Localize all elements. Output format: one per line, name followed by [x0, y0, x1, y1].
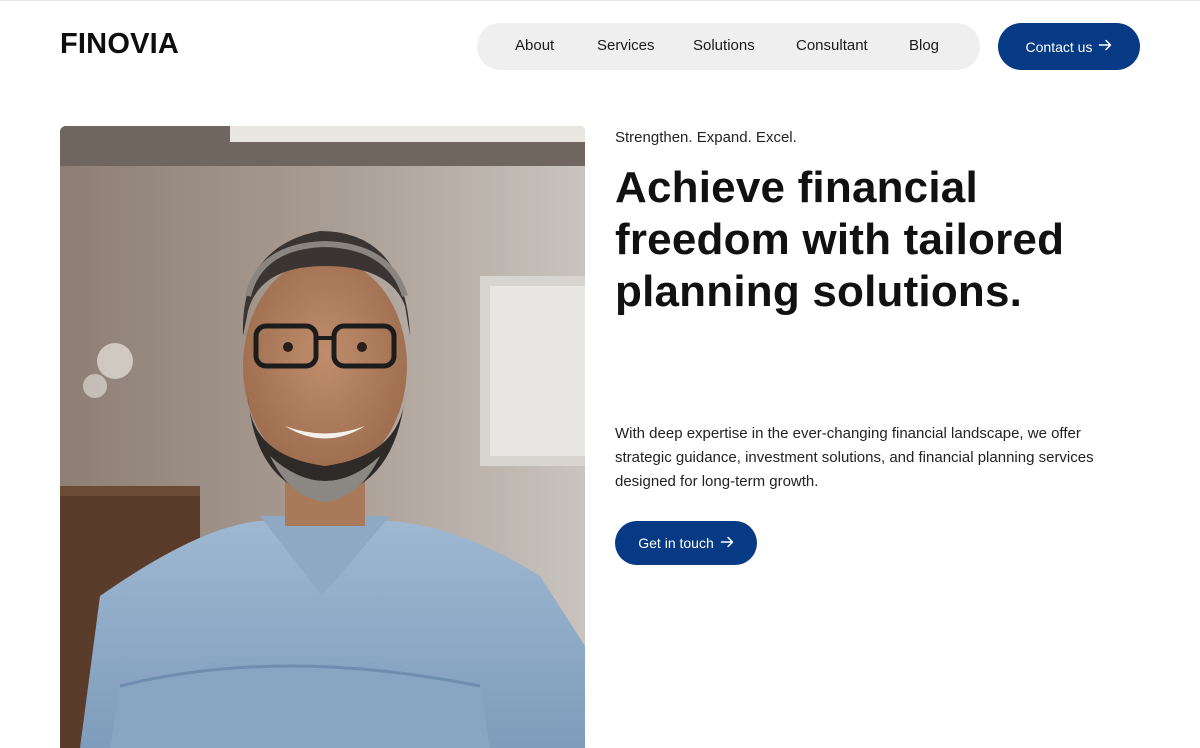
hero-headline: Achieve financial freedom with tailored … — [615, 163, 1065, 316]
nav-item-solutions[interactable]: Solutions — [693, 37, 755, 54]
contact-us-button[interactable]: Contact us — [998, 23, 1140, 70]
nav-item-consultant[interactable]: Consultant — [796, 37, 868, 54]
hero-eyebrow: Strengthen. Expand. Excel. — [615, 129, 797, 146]
contact-us-label: Contact us — [1025, 38, 1093, 55]
top-divider — [0, 0, 1200, 1]
hero-description: With deep expertise in the ever-changing… — [615, 425, 1094, 490]
arrow-right-icon — [720, 535, 734, 552]
get-in-touch-button[interactable]: Get in touch — [615, 521, 757, 565]
arrow-right-icon — [1098, 38, 1112, 55]
hero-photo — [60, 126, 585, 748]
main-nav: About Services Solutions Consultant Blog — [477, 23, 980, 70]
nav-item-services[interactable]: Services — [597, 37, 655, 54]
brand-logo[interactable]: FINOVIA — [60, 28, 179, 61]
nav-item-about[interactable]: About — [515, 37, 554, 54]
get-in-touch-label: Get in touch — [638, 535, 714, 551]
nav-item-blog[interactable]: Blog — [909, 37, 939, 54]
